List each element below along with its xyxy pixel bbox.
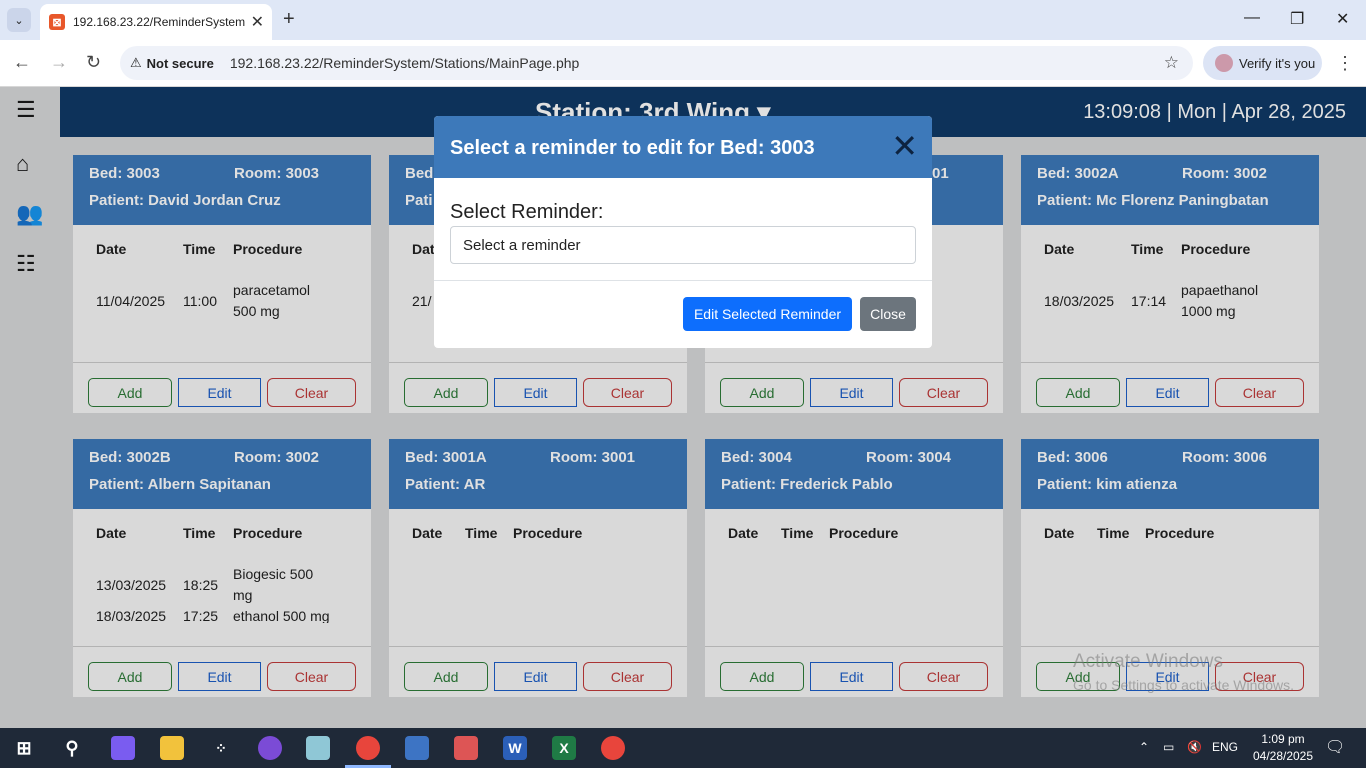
system-clock[interactable]: 1:09 pm 04/28/2025: [1248, 731, 1318, 765]
activate-windows-title: Activate Windows: [1073, 651, 1223, 672]
viber-icon[interactable]: [258, 736, 282, 760]
modal-divider: [434, 280, 932, 281]
network-icon[interactable]: ▭: [1163, 740, 1174, 754]
url-text[interactable]: 192.168.23.22/ReminderSystem/Stations/Ma…: [230, 55, 579, 71]
tab-strip: ⌄ ⊠ 192.168.23.22/ReminderSystem ✕ + — ❐…: [0, 0, 1366, 40]
calculator-icon[interactable]: [405, 736, 429, 760]
edit-reminder-modal: Select a reminder to edit for Bed: 3003 …: [434, 116, 932, 348]
excel-icon[interactable]: X: [552, 736, 576, 760]
windows-start-icon[interactable]: ⊞: [12, 736, 36, 760]
browser-tab[interactable]: ⊠ 192.168.23.22/ReminderSystem ✕: [40, 4, 272, 40]
app-dots-icon[interactable]: ⁘: [209, 736, 233, 760]
language-indicator[interactable]: ENG: [1212, 740, 1238, 754]
close-window-icon[interactable]: ✕: [1336, 9, 1349, 29]
reload-icon[interactable]: ↻: [86, 52, 101, 73]
browser-menu-icon[interactable]: ⋮: [1336, 53, 1354, 74]
file-explorer-icon[interactable]: [160, 736, 184, 760]
modal-title: Select a reminder to edit for Bed: 3003: [450, 137, 815, 159]
tab-search-button[interactable]: ⌄: [7, 8, 31, 32]
xampp-favicon-icon: ⊠: [49, 14, 65, 30]
edit-selected-reminder-button[interactable]: Edit Selected Reminder: [683, 297, 852, 331]
browser-toolbar: ← → ↻ ⚠ Not secure 192.168.23.22/Reminde…: [0, 40, 1366, 87]
back-arrow-icon[interactable]: ←: [13, 52, 31, 73]
security-indicator[interactable]: ⚠ Not secure: [120, 55, 214, 71]
close-button[interactable]: Close: [860, 297, 916, 331]
clock-time: 1:09 pm: [1261, 732, 1305, 746]
warning-triangle-icon: ⚠: [130, 55, 142, 70]
close-tab-icon[interactable]: ✕: [251, 12, 264, 32]
forward-arrow-icon[interactable]: →: [50, 52, 68, 73]
close-icon[interactable]: ✕: [891, 130, 918, 162]
not-secure-label: Not secure: [146, 55, 214, 71]
new-tab-icon[interactable]: +: [283, 8, 295, 30]
app-icon[interactable]: [306, 736, 330, 760]
verify-profile-button[interactable]: Verify it's you: [1203, 46, 1322, 80]
tab-title: 192.168.23.22/ReminderSystem: [73, 15, 245, 29]
volume-icon[interactable]: 🔇: [1187, 740, 1202, 754]
select-reminder-label: Select Reminder:: [450, 201, 604, 223]
verify-label: Verify it's you: [1239, 55, 1316, 71]
bookmark-star-icon[interactable]: ☆: [1164, 53, 1179, 73]
search-icon[interactable]: ⚲: [60, 736, 84, 760]
word-icon[interactable]: W: [503, 736, 527, 760]
chrome-icon[interactable]: [601, 736, 625, 760]
show-hidden-icons-icon[interactable]: ⌃: [1139, 740, 1149, 754]
address-bar[interactable]: ⚠ Not secure 192.168.23.22/ReminderSyste…: [120, 46, 1193, 80]
activate-windows-subtitle: Go to Settings to activate Windows.: [1073, 677, 1294, 693]
notifications-icon[interactable]: 🗨: [1325, 737, 1345, 757]
chevron-down-icon: ⌄: [14, 14, 24, 27]
restore-icon[interactable]: ❐: [1290, 9, 1304, 29]
modal-header: Select a reminder to edit for Bed: 3003 …: [434, 116, 932, 178]
avatar: [1215, 54, 1233, 72]
taskbar: ⊞ ⚲ ⁘ W X ⌃ ▭ 🔇 ENG 1:09 pm 04/28/2025 🗨: [0, 728, 1366, 768]
minimize-icon[interactable]: —: [1244, 9, 1260, 27]
paint-icon[interactable]: [454, 736, 478, 760]
reminder-select[interactable]: Select a reminder: [450, 226, 916, 264]
chrome-icon[interactable]: [356, 736, 380, 760]
clock-date: 04/28/2025: [1252, 749, 1314, 763]
copilot-icon[interactable]: [111, 736, 135, 760]
